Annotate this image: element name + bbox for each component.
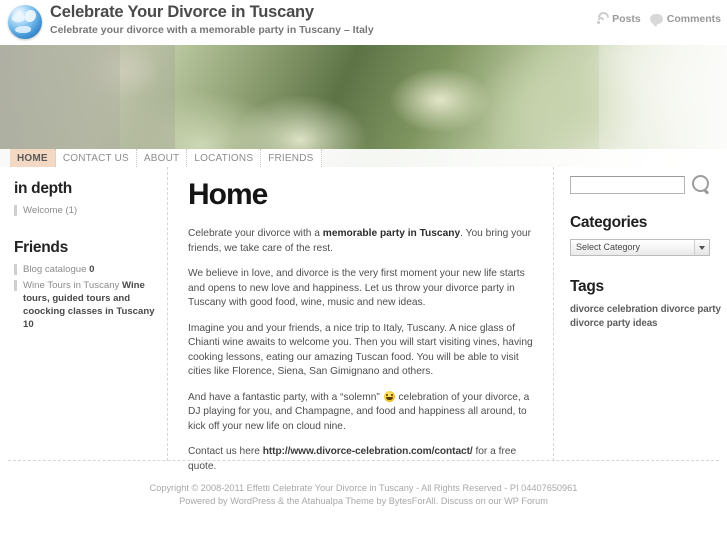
post-body: Celebrate your divorce with a memorable …: [188, 227, 539, 474]
category-select[interactable]: Select Category: [570, 239, 710, 256]
footer-powered-by: Powered by: [179, 496, 231, 506]
magnifier-icon[interactable]: [691, 175, 710, 194]
footer-discuss: . Discuss on our: [435, 496, 505, 506]
widget-title-tags: Tags: [570, 278, 604, 295]
widget-title-in-depth: in depth: [14, 180, 72, 197]
list-item[interactable]: Welcome (1): [14, 204, 161, 217]
site-header: Celebrate Your Divorce in Tuscany Celebr…: [0, 0, 727, 45]
tag-cloud: divorce celebration divorce party divorc…: [570, 303, 725, 330]
paragraph: Imagine you and your friends, a nice tri…: [188, 322, 539, 380]
text-run: We believe in love, and divorce is the v…: [188, 268, 525, 308]
posts-feed-label: Posts: [612, 13, 641, 25]
tag-divorce-party[interactable]: divorce party: [661, 304, 721, 315]
content-area: in depth Welcome (1) Friends Blog catalo…: [8, 167, 721, 472]
widget-title-categories: Categories: [570, 214, 648, 231]
left-sidebar: in depth Welcome (1) Friends Blog catalo…: [8, 167, 168, 461]
site-title: Celebrate Your Divorce in Tuscany: [50, 3, 314, 21]
search-widget: [570, 175, 725, 194]
posts-feed-link[interactable]: Posts: [595, 9, 641, 26]
page-title: Home: [188, 178, 268, 211]
footer-and: & the: [275, 496, 302, 506]
list-item[interactable]: Blog catalogue 0: [14, 263, 161, 276]
site-tagline: Celebrate your divorce with a memorable …: [50, 24, 374, 36]
main-navigation: HOME CONTACT US ABOUT LOCATIONS FRIENDS: [0, 149, 727, 167]
main-column: Home Celebrate your divorce with a memor…: [178, 167, 554, 472]
category-select-wrapper[interactable]: Select Category: [570, 239, 710, 256]
nav-item-home[interactable]: HOME: [10, 149, 56, 167]
right-sidebar: Categories Select Category Tags divorce …: [564, 167, 727, 461]
page-root: Celebrate Your Divorce in Tuscany Celebr…: [0, 0, 727, 545]
widget-title-friends: Friends: [14, 239, 68, 256]
paragraph: We believe in love, and divorce is the v…: [188, 267, 539, 311]
footer-credits: Powered by WordPress & the Atahualpa The…: [0, 495, 727, 508]
friends-desc-blog-catalogue: 0: [89, 264, 95, 275]
rss-icon: [595, 9, 612, 26]
tag-divorce-celebration[interactable]: divorce celebration: [570, 304, 658, 315]
footer-link-theme[interactable]: Atahualpa Theme: [302, 496, 374, 506]
footer-link-forum[interactable]: WP Forum: [504, 496, 548, 506]
footer-link-author[interactable]: BytesForAll: [389, 496, 436, 506]
emphasis-text: memorable party in Tuscany: [322, 228, 461, 239]
friends-list: Blog catalogue 0 Wine Tours in Tuscany W…: [14, 263, 161, 331]
footer-by: by: [373, 496, 389, 506]
text-run: And have a fantastic party, with a “sole…: [188, 391, 383, 403]
nav-item-contact-us[interactable]: CONTACT US: [55, 149, 137, 167]
paragraph: Celebrate your divorce with a memorable …: [188, 227, 539, 256]
text-run: Imagine you and your friends, a nice tri…: [188, 322, 533, 378]
nav-item-friends[interactable]: FRIENDS: [261, 149, 322, 167]
feed-links: Posts Comments: [595, 9, 721, 27]
list-item[interactable]: Wine Tours in Tuscany Wine tours, guided…: [14, 279, 161, 331]
text-run: Contact us here: [188, 446, 263, 457]
globe-icon: [8, 5, 42, 39]
search-input[interactable]: [570, 175, 685, 194]
in-depth-list: Welcome (1): [14, 204, 161, 217]
globe-landmass: [15, 26, 31, 33]
in-depth-link-welcome[interactable]: Welcome: [23, 205, 63, 216]
tag-divorce-party-ideas[interactable]: divorce party ideas: [570, 318, 658, 329]
comments-feed-link[interactable]: Comments: [649, 13, 721, 27]
paragraph: Contact us here http://www.divorce-celeb…: [188, 445, 539, 474]
text-run: Celebrate your divorce with a: [188, 228, 323, 239]
friends-link-blog-catalogue[interactable]: Blog catalogue: [23, 264, 86, 275]
friends-link-wine-tours[interactable]: Wine Tours in Tuscany: [23, 280, 119, 291]
smiley-icon: [383, 390, 395, 402]
footer-link-wordpress[interactable]: WordPress: [230, 496, 275, 506]
nav-item-locations[interactable]: LOCATIONS: [187, 149, 262, 167]
comments-feed-label: Comments: [666, 13, 721, 25]
site-logo[interactable]: [5, 3, 47, 41]
chevron-down-icon[interactable]: [694, 240, 709, 255]
paragraph: And have a fantastic party, with a “sole…: [188, 390, 539, 435]
contact-url-link[interactable]: http://www.divorce-celebration.com/conta…: [263, 446, 473, 457]
footer-copyright: Copyright © 2008-2011 Effetti Celebrate …: [149, 483, 578, 493]
nav-item-about[interactable]: ABOUT: [136, 149, 188, 167]
in-depth-count-welcome: (1): [65, 205, 78, 216]
comment-bubble-icon: [649, 14, 663, 27]
